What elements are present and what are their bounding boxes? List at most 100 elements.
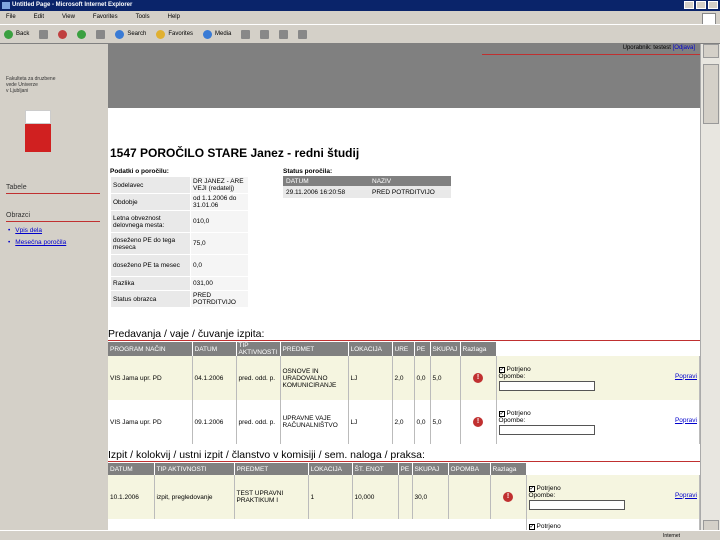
cell-confirm: ✓ Potrjeno Opombe: Popravi: [496, 356, 700, 400]
cell-explain: !: [490, 475, 527, 519]
cell-subject: OSNOVE IN URADOVALNO KOMUNICIRANJE: [280, 356, 349, 400]
exams-table: DATUM TIP AKTIVNOSTI PREDMET LOKACIJA ŠT…: [108, 463, 700, 533]
menu-edit[interactable]: Edit: [34, 14, 44, 24]
scroll-up-button[interactable]: [703, 44, 719, 58]
menu-help[interactable]: Help: [168, 14, 180, 24]
cell-hours: 2,0: [392, 400, 415, 444]
detail-value: 010,0: [190, 210, 249, 233]
back-button[interactable]: Back: [4, 29, 29, 39]
fix-link[interactable]: Popravi: [675, 417, 697, 424]
warning-icon[interactable]: !: [503, 492, 513, 502]
detail-value: od 1.1.2006 do 31.01.06: [190, 193, 249, 211]
media-icon: [203, 29, 213, 39]
stop-button[interactable]: [58, 29, 68, 39]
cell-note: [448, 475, 491, 519]
cell-explain: !: [460, 400, 497, 444]
column-header: NAZIV: [369, 176, 451, 186]
cell-subject: UPRAVNE VAJE RAČUNALNIŠTVO: [280, 400, 349, 444]
table-row: Razlika 031,00: [110, 276, 249, 291]
refresh-icon: [77, 29, 87, 39]
printer-icon: [279, 29, 289, 39]
history-button[interactable]: [241, 29, 251, 39]
window-title-bar: Untitled Page - Microsoft Internet Explo…: [0, 0, 720, 11]
cell-date: 10.1.2006: [108, 475, 155, 519]
cell-pe: 0,0: [414, 356, 431, 400]
column-header: URE: [392, 342, 415, 356]
cell-explain: !: [460, 356, 497, 400]
cell-subject: TEST UPRAVNI PRAKTIKUM I: [234, 475, 309, 519]
fix-link[interactable]: Popravi: [675, 492, 697, 499]
cell-total: 5,0: [430, 400, 461, 444]
warning-icon[interactable]: !: [473, 417, 483, 427]
detail-label: doseženo PE ta mesec: [110, 254, 191, 277]
status-date: 29.11.2006 16:20:58: [283, 186, 369, 198]
menu-favorites[interactable]: Favorites: [93, 14, 118, 24]
report-details-heading: Podatki o poročilu:: [110, 168, 169, 175]
edit-button[interactable]: [298, 29, 308, 39]
column-header-empty: [496, 342, 700, 356]
menu-view[interactable]: View: [62, 14, 75, 24]
menu-tools[interactable]: Tools: [136, 14, 150, 24]
star-icon: [156, 29, 166, 39]
maximize-button[interactable]: [696, 1, 706, 9]
confirmed-checkbox[interactable]: ✓: [528, 523, 535, 530]
username-text: Uporabnik: testest: [622, 45, 671, 51]
media-button[interactable]: Media: [203, 29, 231, 39]
forward-button[interactable]: [39, 29, 49, 39]
column-header: DATUM: [108, 463, 155, 475]
column-header: LOKACIJA: [308, 463, 353, 475]
home-button[interactable]: [96, 29, 106, 39]
detail-value: PRED POTRDITVIJO: [190, 290, 249, 308]
detail-value: DR JANEZ - ARE VEJI (redatelj): [190, 176, 249, 194]
vertical-scrollbar[interactable]: [700, 44, 720, 534]
history-icon: [241, 29, 251, 39]
cell-location: LJ: [348, 400, 393, 444]
table-row: VIS Jama upr. PD 09.1.2006 pred. odd. p.…: [108, 400, 700, 444]
lectures-heading: Predavanja / vaje / čuvanje izpita:: [108, 328, 265, 340]
detail-label: doseženo PE do tega meseca: [110, 232, 191, 255]
user-bar: Uporabnik: testest [Odjava]: [108, 44, 700, 55]
menu-file[interactable]: File: [6, 14, 16, 24]
detail-label: Sodelavec: [110, 176, 191, 194]
report-status-table: DATUM NAZIV 29.11.2006 16:20:58 PRED POTRD…: [283, 176, 451, 198]
window-title: Untitled Page - Microsoft Internet Explo…: [12, 2, 133, 8]
lectures-table: PROGRAM NAČIN DATUM TIP AKTIVNOSTI PREDM…: [108, 342, 700, 444]
warning-icon[interactable]: !: [473, 373, 483, 383]
sidebar-section-tables: Tabele: [6, 184, 100, 194]
left-sidebar: [0, 44, 108, 534]
refresh-button[interactable]: [77, 29, 87, 39]
browser-toolbar: Back Search Favorites Media: [0, 24, 720, 44]
cell-program: VIS Jama upr. PD: [108, 356, 193, 400]
lectures-section: Predavanja / vaje / čuvanje izpita: PROG…: [108, 328, 700, 444]
search-button[interactable]: Search: [115, 29, 146, 39]
notes-input[interactable]: [498, 380, 595, 391]
cell-total: 5,0: [430, 356, 461, 400]
table-row: doseženo PE do tega meseca 75,0: [110, 232, 249, 255]
sidebar-link-mesecna-porocila[interactable]: Mesečna poročila: [8, 239, 66, 246]
notes-input[interactable]: [498, 424, 595, 435]
ie-app-icon: [2, 2, 10, 9]
cell-type: pred. odd. p.: [236, 400, 281, 444]
university-crest-logo: [25, 110, 51, 152]
close-button[interactable]: [708, 1, 718, 9]
menu-bar: File Edit View Favorites Tools Help: [0, 11, 720, 24]
notes-input[interactable]: [528, 499, 625, 510]
column-header: TIP AKTIVNOSTI: [236, 342, 281, 356]
report-status-block: Status poročila: DATUM NAZIV 29.11.2006 1…: [283, 168, 451, 198]
forward-arrow-icon: [39, 29, 49, 39]
column-header: DATUM: [192, 342, 237, 356]
table-row: Letna obveznost delovnega mesta: 010,0: [110, 210, 249, 233]
home-icon: [96, 29, 106, 39]
favorites-button[interactable]: Favorites: [156, 29, 193, 39]
cell-date: 04.1.2006: [192, 356, 237, 400]
minimize-button[interactable]: [684, 1, 694, 9]
column-header: Razlaga: [490, 463, 527, 475]
security-zone: Internet: [663, 533, 680, 539]
edit-icon: [298, 29, 308, 39]
print-button[interactable]: [279, 29, 289, 39]
mail-button[interactable]: [260, 29, 270, 39]
fix-link[interactable]: Popravi: [675, 373, 697, 380]
sidebar-link-vpis-dela[interactable]: Vpis dela: [8, 227, 42, 234]
scroll-thumb[interactable]: [703, 64, 719, 124]
logout-link[interactable]: [Odjava]: [673, 45, 695, 51]
